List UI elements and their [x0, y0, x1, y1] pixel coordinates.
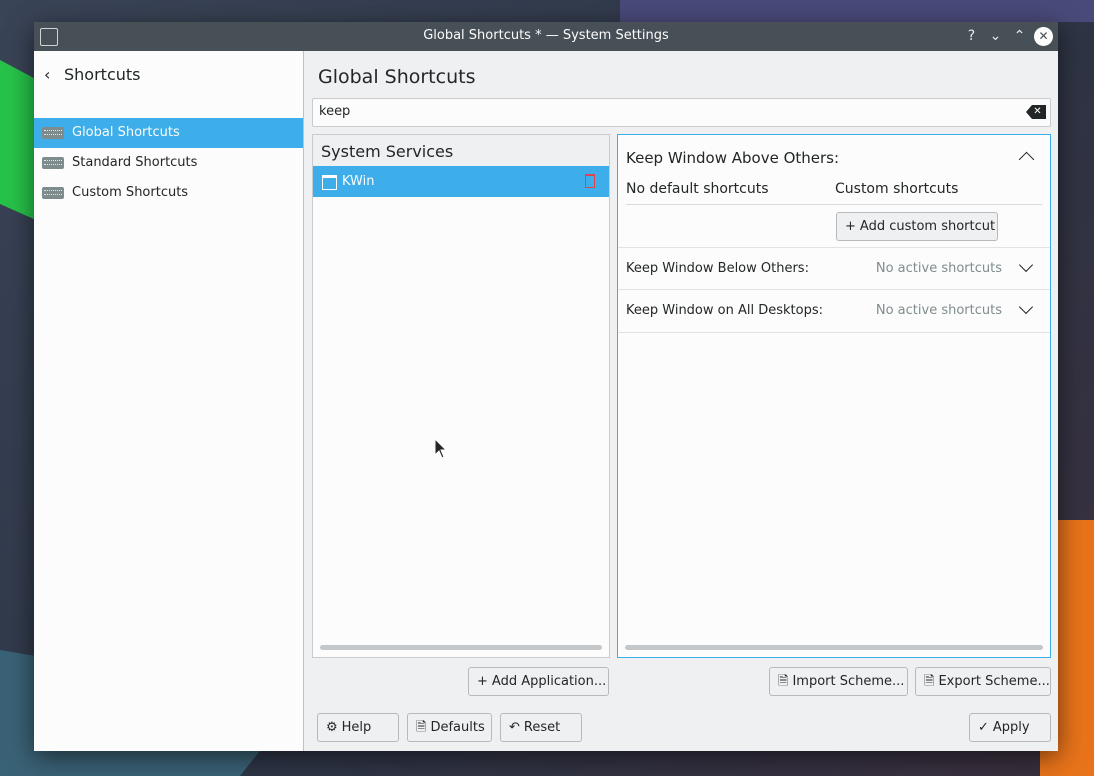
search-input[interactable]: keep ✕ [312, 98, 1051, 127]
mouse-pointer-icon [434, 438, 448, 459]
document-icon: 🗎 [416, 720, 427, 735]
close-icon[interactable]: ✕ [1034, 27, 1053, 46]
sidebar: ‹ Shortcuts Global Shortcuts Standard Sho… [34, 51, 304, 751]
apply-label: Apply [992, 720, 1030, 735]
default-shortcuts-label: No default shortcuts [626, 181, 769, 197]
add-application-label: Add Application... [491, 674, 607, 689]
sidebar-item-custom-shortcuts[interactable]: Custom Shortcuts [34, 178, 303, 208]
horizontal-scrollbar[interactable] [625, 645, 1043, 650]
sidebar-item-label: Custom Shortcuts [72, 185, 189, 200]
sidebar-item-global-shortcuts[interactable]: Global Shortcuts [34, 118, 303, 148]
help-icon: ⚙ [326, 720, 338, 735]
reset-label: Reset [523, 720, 561, 735]
document-export-icon: 🗎 [924, 674, 935, 689]
wallpaper-purple-shape [620, 0, 1094, 22]
add-custom-shortcut-label: Add custom shortcut [859, 219, 996, 234]
expanded-action-title: Keep Window Above Others: [626, 149, 840, 167]
sidebar-item-label: Global Shortcuts [72, 125, 180, 140]
apply-button[interactable]: ✓ Apply [969, 713, 1051, 742]
services-header-label: System Services [321, 142, 454, 161]
action-status: No active shortcuts [875, 303, 1002, 318]
action-name: Keep Window Below Others: [626, 261, 809, 276]
window-icon [322, 175, 337, 190]
system-settings-window: Global Shortcuts * — System Settings ? ⌄… [34, 22, 1058, 751]
list-item-kwin[interactable]: KWin [313, 166, 609, 197]
page-title: Global Shortcuts [318, 66, 476, 88]
services-list[interactable]: System Services KWin [312, 134, 610, 658]
export-scheme-label: Export Scheme... [938, 674, 1050, 689]
sidebar-title: Shortcuts [64, 65, 141, 84]
divider [626, 204, 1042, 205]
keyboard-icon [42, 127, 64, 139]
help-label: Help [341, 720, 372, 735]
delete-icon[interactable] [585, 174, 595, 188]
defaults-label: Defaults [430, 720, 485, 735]
help-icon[interactable]: ? [962, 27, 981, 46]
add-application-button[interactable]: + Add Application... [468, 667, 609, 696]
shortcuts-panel: Keep Window Above Others: No default sho… [617, 134, 1051, 658]
maximize-icon[interactable]: ⌃ [1010, 27, 1029, 46]
action-name: Keep Window on All Desktops: [626, 303, 823, 318]
sidebar-item-standard-shortcuts[interactable]: Standard Shortcuts [34, 148, 303, 178]
custom-shortcuts-label: Custom shortcuts [835, 181, 959, 197]
undo-icon: ↶ [509, 720, 520, 735]
export-scheme-button[interactable]: 🗎 Export Scheme... [915, 667, 1051, 696]
shortcut-row[interactable]: Keep Window on All Desktops: No active s… [618, 289, 1050, 333]
import-scheme-label: Import Scheme... [792, 674, 905, 689]
action-status: No active shortcuts [875, 261, 1002, 276]
defaults-button[interactable]: 🗎 Defaults [407, 713, 492, 742]
service-label: KWin [342, 174, 375, 189]
checkmark-icon: ✓ [978, 720, 989, 735]
title-bar[interactable]: Global Shortcuts * — System Settings ? ⌄… [34, 22, 1058, 51]
services-header: System Services [313, 135, 609, 166]
plus-icon: + [477, 674, 488, 689]
plus-icon: + [845, 219, 856, 234]
import-scheme-button[interactable]: 🗎 Import Scheme... [769, 667, 908, 696]
shortcut-row[interactable]: Keep Window Below Others: No active shor… [618, 247, 1050, 290]
window-title: Global Shortcuts * — System Settings [423, 28, 669, 43]
keyboard-icon [42, 187, 64, 199]
help-button[interactable]: ⚙ Help [317, 713, 399, 742]
keyboard-icon [42, 157, 64, 169]
sidebar-item-label: Standard Shortcuts [72, 155, 198, 170]
search-value: keep [319, 104, 351, 119]
chevron-down-icon[interactable] [1018, 299, 1034, 315]
chevron-left-icon: ‹ [44, 65, 51, 84]
chevron-down-icon[interactable] [1018, 257, 1034, 273]
back-button[interactable]: ‹ Shortcuts [44, 65, 140, 84]
chevron-up-icon[interactable] [1018, 151, 1035, 168]
reset-button[interactable]: ↶ Reset [500, 713, 582, 742]
clear-search-icon[interactable]: ✕ [1026, 105, 1046, 119]
add-custom-shortcut-button[interactable]: + Add custom shortcut [836, 212, 998, 241]
minimize-icon[interactable]: ⌄ [986, 27, 1005, 46]
horizontal-scrollbar[interactable] [320, 645, 602, 650]
document-import-icon: 🗎 [778, 674, 789, 689]
main-content: Global Shortcuts keep ✕ System Services … [304, 51, 1058, 751]
